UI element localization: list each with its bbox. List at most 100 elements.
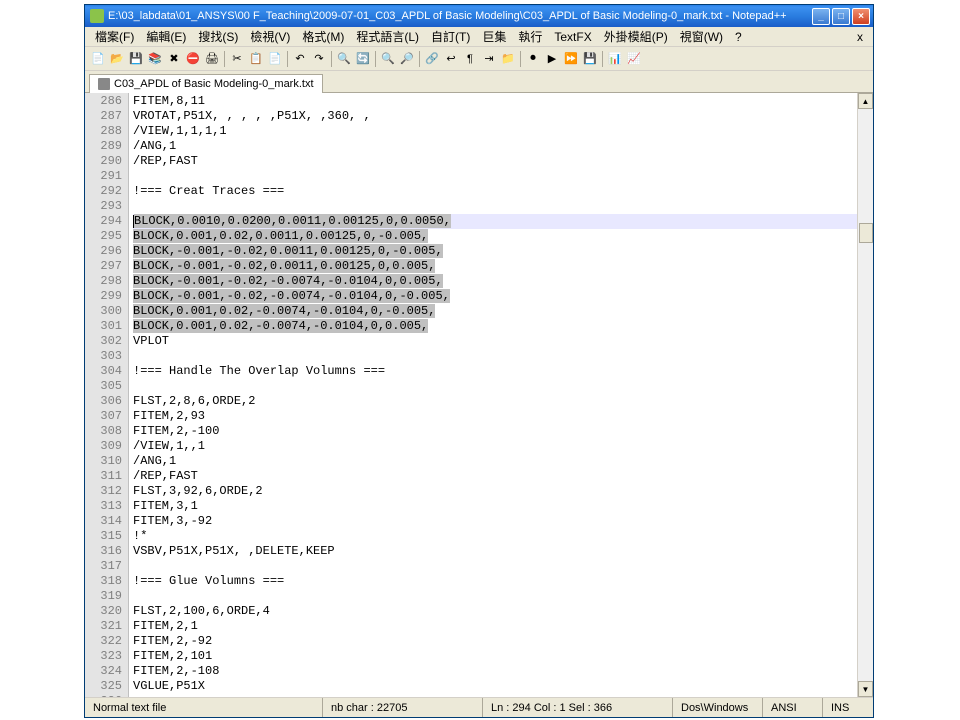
code-line[interactable] [133,589,857,604]
line-number[interactable]: 324 [85,664,122,679]
sync-icon[interactable]: 🔗 [423,50,441,68]
code-line[interactable]: FLST,2,8,6,ORDE,2 [133,394,857,409]
line-number[interactable]: 320 [85,604,122,619]
code-line[interactable] [133,694,857,697]
code-line[interactable]: BLOCK,0.0010,0.0200,0.0011,0.00125,0,0.0… [133,214,857,229]
code-line[interactable]: /REP,FAST [133,469,857,484]
menu-macro[interactable]: 巨集 [476,26,512,47]
closeall-icon[interactable]: ⛔ [184,50,202,68]
code-line[interactable] [133,379,857,394]
line-number[interactable]: 297 [85,259,122,274]
code-line[interactable] [133,199,857,214]
line-number[interactable]: 290 [85,154,122,169]
code-line[interactable]: FITEM,2,101 [133,649,857,664]
line-number[interactable]: 318 [85,574,122,589]
playmulti-icon[interactable]: ⏩ [562,50,580,68]
line-number[interactable]: 300 [85,304,122,319]
cut-icon[interactable]: ✂ [228,50,246,68]
line-number[interactable]: 286 [85,94,122,109]
menu-run[interactable]: 執行 [512,26,548,47]
line-number[interactable]: 315 [85,529,122,544]
line-number[interactable]: 325 [85,679,122,694]
redo-icon[interactable]: ↷ [310,50,328,68]
menu-search[interactable]: 搜找(S) [192,26,244,47]
code-line[interactable]: /VIEW,1,1,1,1 [133,124,857,139]
line-number[interactable]: 317 [85,559,122,574]
zoomin-icon[interactable]: 🔍 [379,50,397,68]
line-number[interactable]: 295 [85,229,122,244]
code-line[interactable] [133,349,857,364]
line-number[interactable]: 304 [85,364,122,379]
code-line[interactable]: BLOCK,0.001,0.02,-0.0074,-0.0104,0,0.005… [133,319,857,334]
menu-plugins[interactable]: 外掛模組(P) [598,26,674,47]
line-number[interactable]: 293 [85,199,122,214]
code-line[interactable]: FITEM,3,-92 [133,514,857,529]
find-icon[interactable]: 🔍 [335,50,353,68]
line-number[interactable]: 322 [85,634,122,649]
code-line[interactable]: FITEM,3,1 [133,499,857,514]
close-button[interactable]: × [852,8,870,25]
wrap-icon[interactable]: ↩ [442,50,460,68]
minimize-button[interactable]: _ [812,8,830,25]
save-icon[interactable]: 💾 [127,50,145,68]
paste-icon[interactable]: 📄 [266,50,284,68]
code-line[interactable]: BLOCK,-0.001,-0.02,0.0011,0.00125,0,0.00… [133,259,857,274]
line-number[interactable]: 288 [85,124,122,139]
code-line[interactable]: FLST,3,92,6,ORDE,2 [133,484,857,499]
line-number[interactable]: 319 [85,589,122,604]
code-line[interactable]: !=== Creat Traces === [133,184,857,199]
allchars-icon[interactable]: ¶ [461,50,479,68]
line-number[interactable]: 291 [85,169,122,184]
code-line[interactable]: /VIEW,1,,1 [133,439,857,454]
savemacro-icon[interactable]: 💾 [581,50,599,68]
line-number[interactable]: 307 [85,409,122,424]
line-number[interactable]: 323 [85,649,122,664]
menu-edit[interactable]: 編輯(E) [140,26,192,47]
line-number[interactable]: 289 [85,139,122,154]
code-line[interactable]: FITEM,2,-108 [133,664,857,679]
maximize-button[interactable]: □ [832,8,850,25]
line-number[interactable]: 312 [85,484,122,499]
code-line[interactable]: VGLUE,P51X [133,679,857,694]
line-number[interactable]: 326 [85,694,122,697]
code-area[interactable]: FITEM,8,11VROTAT,P51X, , , , ,P51X, ,360… [129,93,857,697]
code-line[interactable]: /ANG,1 [133,139,857,154]
code-line[interactable]: VPLOT [133,334,857,349]
code-line[interactable]: FLST,2,100,6,ORDE,4 [133,604,857,619]
open-icon[interactable]: 📂 [108,50,126,68]
tool1-icon[interactable]: 📊 [606,50,624,68]
line-number[interactable]: 292 [85,184,122,199]
line-number[interactable]: 306 [85,394,122,409]
code-line[interactable]: FITEM,2,93 [133,409,857,424]
tool2-icon[interactable]: 📈 [625,50,643,68]
tab-close-x[interactable]: x [851,30,869,44]
scroll-up-icon[interactable]: ▲ [858,93,873,109]
code-line[interactable]: VSBV,P51X,P51X, ,DELETE,KEEP [133,544,857,559]
menu-view[interactable]: 檢視(V) [244,26,296,47]
tab-active[interactable]: C03_APDL of Basic Modeling-0_mark.txt [89,74,323,93]
menu-settings[interactable]: 自訂(T) [425,26,476,47]
line-number[interactable]: 305 [85,379,122,394]
code-line[interactable]: FITEM,2,-100 [133,424,857,439]
titlebar[interactable]: E:\03_labdata\01_ANSYS\00 F_Teaching\200… [85,5,873,27]
saveall-icon[interactable]: 📚 [146,50,164,68]
line-number[interactable]: 303 [85,349,122,364]
code-line[interactable]: BLOCK,-0.001,-0.02,-0.0074,-0.0104,0,0.0… [133,274,857,289]
code-line[interactable]: BLOCK,-0.001,-0.02,0.0011,0.00125,0,-0.0… [133,244,857,259]
code-line[interactable] [133,169,857,184]
code-line[interactable]: BLOCK,0.001,0.02,-0.0074,-0.0104,0,-0.00… [133,304,857,319]
code-line[interactable]: BLOCK,0.001,0.02,0.0011,0.00125,0,-0.005… [133,229,857,244]
menu-window[interactable]: 視窗(W) [674,26,729,47]
line-number[interactable]: 313 [85,499,122,514]
scroll-down-icon[interactable]: ▼ [858,681,873,697]
menu-format[interactable]: 格式(M) [296,26,350,47]
code-line[interactable]: FITEM,2,-92 [133,634,857,649]
code-line[interactable]: FITEM,2,1 [133,619,857,634]
code-line[interactable]: !* [133,529,857,544]
copy-icon[interactable]: 📋 [247,50,265,68]
close-icon[interactable]: ✖ [165,50,183,68]
code-line[interactable]: !=== Glue Volumns === [133,574,857,589]
vertical-scrollbar[interactable]: ▲ ▼ [857,93,873,697]
menu-textfx[interactable]: TextFX [548,28,597,46]
undo-icon[interactable]: ↶ [291,50,309,68]
